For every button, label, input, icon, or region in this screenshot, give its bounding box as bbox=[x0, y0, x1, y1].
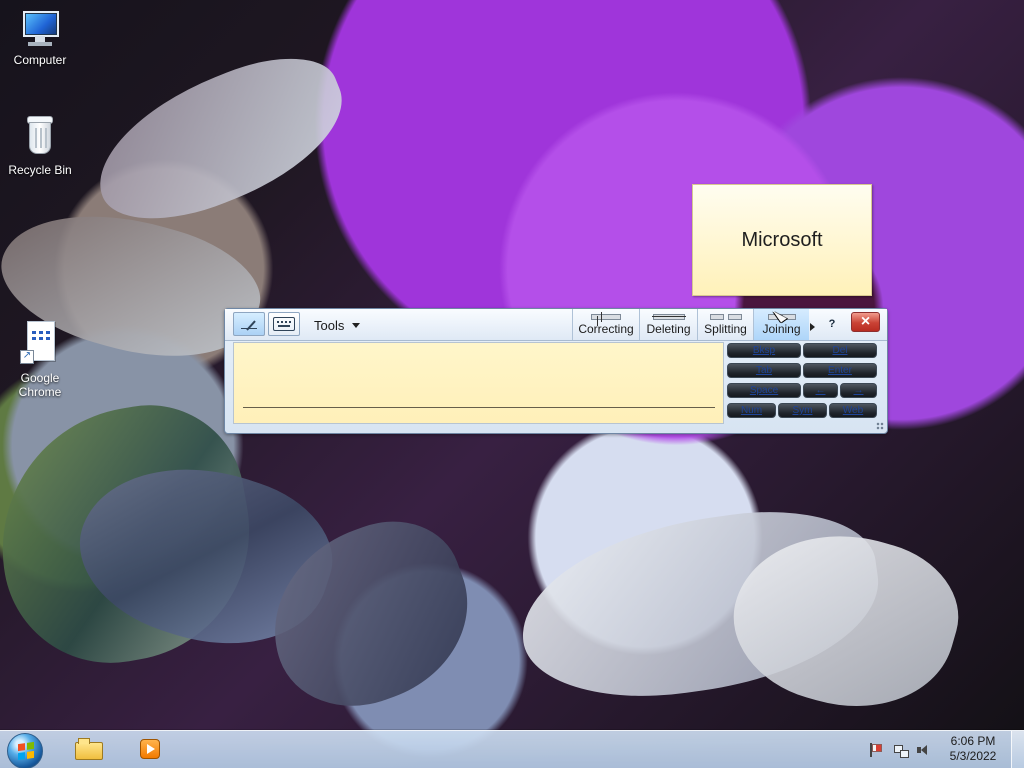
taskbar: 6:06 PM 5/3/2022 bbox=[0, 730, 1024, 768]
tools-menu-label: Tools bbox=[314, 317, 345, 333]
tools-menu-button[interactable]: Tools bbox=[314, 316, 361, 334]
tooltip-text: Microsoft bbox=[741, 228, 823, 251]
desktop-wallpaper-petal bbox=[246, 500, 494, 730]
network-icon[interactable] bbox=[892, 742, 909, 758]
help-icon: ? bbox=[828, 318, 836, 330]
backspace-key[interactable]: Bksp bbox=[727, 343, 801, 358]
writing-pad-mode-button[interactable] bbox=[233, 312, 265, 336]
deleting-icon bbox=[651, 312, 686, 321]
recycle-bin-icon bbox=[23, 114, 57, 160]
chevron-down-icon bbox=[352, 322, 361, 328]
taskbar-clock[interactable]: 6:06 PM 5/3/2022 bbox=[945, 734, 1001, 764]
splitting-icon bbox=[709, 312, 743, 321]
desktop-icon-label: Google Chrome bbox=[18, 371, 62, 399]
tab-joining[interactable]: Joining bbox=[753, 309, 809, 340]
enter-key[interactable]: Enter bbox=[803, 363, 877, 378]
start-button[interactable] bbox=[7, 733, 43, 768]
writing-guide-line bbox=[243, 407, 715, 408]
desktop-icon-google-chrome[interactable]: ↗ Google Chrome bbox=[0, 320, 80, 399]
windows-explorer-taskbar-button[interactable] bbox=[73, 736, 105, 762]
action-center-icon[interactable] bbox=[867, 742, 883, 758]
resize-grip[interactable] bbox=[876, 422, 884, 430]
tab-correcting[interactable]: Correcting bbox=[572, 309, 639, 340]
desktop-wallpaper-petal bbox=[76, 35, 364, 245]
tab-label: Deleting bbox=[646, 322, 691, 336]
keyboard-mode-button[interactable] bbox=[268, 312, 300, 336]
volume-icon[interactable] bbox=[915, 742, 931, 758]
desktop-wallpaper-petal bbox=[59, 435, 351, 675]
right-arrow-key[interactable]: → bbox=[840, 383, 877, 398]
show-desktop-button[interactable] bbox=[1011, 731, 1024, 768]
tab-label: Splitting bbox=[704, 322, 747, 336]
chevron-right-icon bbox=[810, 323, 815, 331]
input-panel-toolbar: Tools Correcting Deleting Splitting Join… bbox=[225, 309, 887, 341]
num-key[interactable]: Num bbox=[727, 403, 776, 418]
tab-deleting[interactable]: Deleting bbox=[639, 309, 697, 340]
computer-icon bbox=[17, 10, 63, 50]
desktop-icon-recycle-bin[interactable]: Recycle Bin bbox=[0, 114, 80, 177]
tab-key[interactable]: Tab bbox=[727, 363, 801, 378]
delete-key[interactable]: Del bbox=[803, 343, 877, 358]
desktop-icon-computer[interactable]: Computer bbox=[0, 10, 80, 67]
clock-date: 5/3/2022 bbox=[949, 749, 997, 763]
left-arrow-key[interactable]: ← bbox=[803, 383, 838, 398]
desktop-wallpaper-petal bbox=[509, 495, 891, 715]
tablet-input-panel[interactable]: Tools Correcting Deleting Splitting Join… bbox=[224, 308, 888, 434]
desktop-icon-label: Computer bbox=[13, 53, 67, 67]
tab-splitting[interactable]: Splitting bbox=[697, 309, 753, 340]
media-player-taskbar-button[interactable] bbox=[134, 736, 166, 762]
close-button[interactable]: × bbox=[851, 312, 880, 332]
close-icon: × bbox=[860, 313, 871, 330]
chrome-shortcut-icon: ↗ bbox=[20, 320, 60, 368]
pen-icon bbox=[239, 316, 259, 332]
tooltip: Microsoft bbox=[692, 184, 872, 296]
tab-label: Correcting bbox=[578, 322, 634, 336]
tab-label: Joining bbox=[762, 322, 801, 336]
space-key[interactable]: Space bbox=[727, 383, 801, 398]
input-panel-keypad: Bksp Del Tab Enter Space ← → Num Sym Web bbox=[727, 343, 881, 421]
writing-area[interactable] bbox=[233, 342, 724, 424]
keyboard-icon bbox=[273, 317, 295, 331]
desktop-icon-label: Recycle Bin bbox=[8, 163, 72, 177]
joining-icon bbox=[765, 312, 799, 321]
correcting-icon bbox=[589, 312, 623, 322]
sym-key[interactable]: Sym bbox=[778, 403, 827, 418]
web-key[interactable]: Web bbox=[829, 403, 877, 418]
desktop-wallpaper-petal bbox=[715, 507, 975, 733]
clock-time: 6:06 PM bbox=[950, 734, 996, 748]
help-button[interactable]: ? bbox=[819, 313, 845, 335]
